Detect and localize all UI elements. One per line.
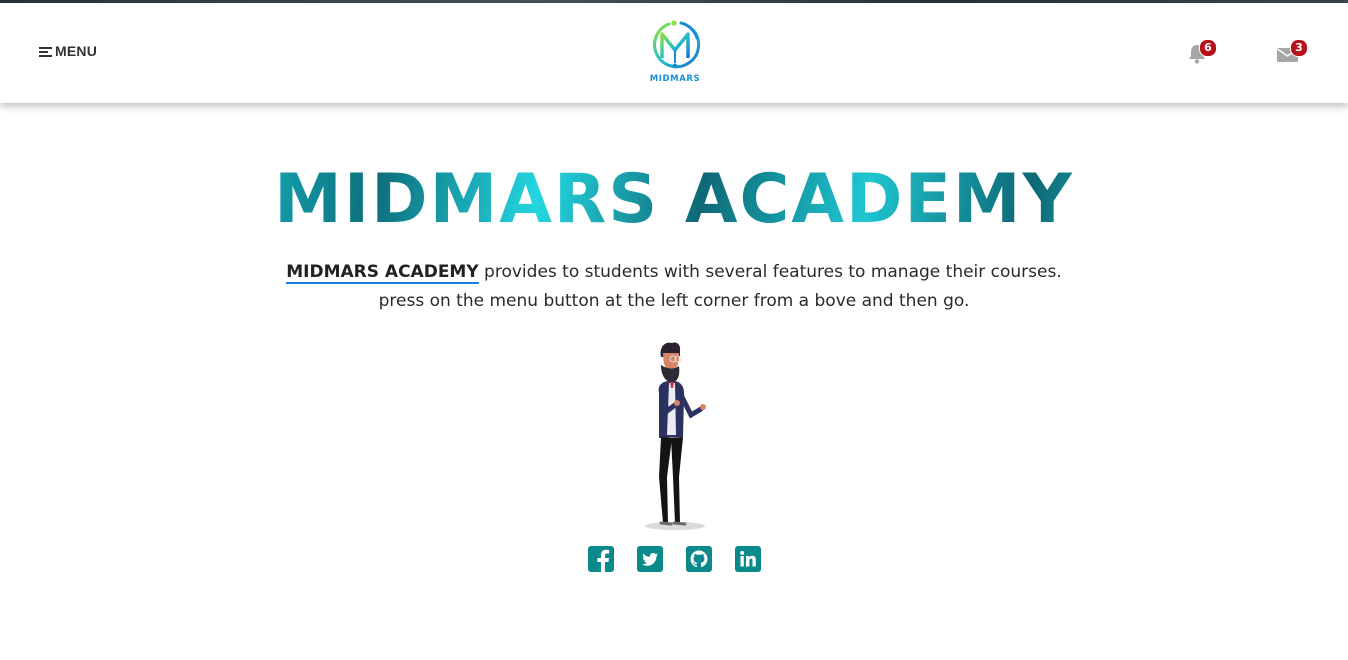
github-icon xyxy=(690,550,708,568)
twitter-link[interactable] xyxy=(637,546,663,572)
description-line-1: MIDMARS ACADEMY provides to students wit… xyxy=(0,258,1348,287)
character-illustration xyxy=(623,335,725,533)
github-link[interactable] xyxy=(686,546,712,572)
menu-label: MENU xyxy=(55,43,98,59)
linkedin-icon xyxy=(740,550,756,567)
hamburger-icon xyxy=(39,46,52,57)
notifications-button[interactable]: 6 xyxy=(1186,39,1217,65)
twitter-icon xyxy=(642,553,658,566)
messages-badge: 3 xyxy=(1290,39,1308,57)
logo[interactable]: MIDMARS xyxy=(645,18,705,90)
logo-text: MIDMARS xyxy=(649,74,701,84)
hero-title: MIDMARS ACADEMY xyxy=(0,160,1348,240)
academy-link[interactable]: MIDMARS ACADEMY xyxy=(286,262,479,284)
facebook-icon xyxy=(597,549,610,572)
logo-mark-icon xyxy=(653,20,701,69)
notifications-badge: 6 xyxy=(1199,39,1217,57)
messages-button[interactable]: 3 xyxy=(1276,39,1308,64)
navbar: MENU MIDMARS 6 3 xyxy=(0,3,1348,103)
menu-button[interactable]: MENU xyxy=(39,43,97,59)
linkedin-link[interactable] xyxy=(735,546,761,572)
social-links xyxy=(588,546,761,572)
description-line-1-text: provides to students with several featur… xyxy=(478,262,1062,282)
facebook-link[interactable] xyxy=(588,546,614,572)
description-line-2: press on the menu button at the left cor… xyxy=(378,291,970,311)
hero-description: MIDMARS ACADEMY provides to students wit… xyxy=(0,258,1348,316)
